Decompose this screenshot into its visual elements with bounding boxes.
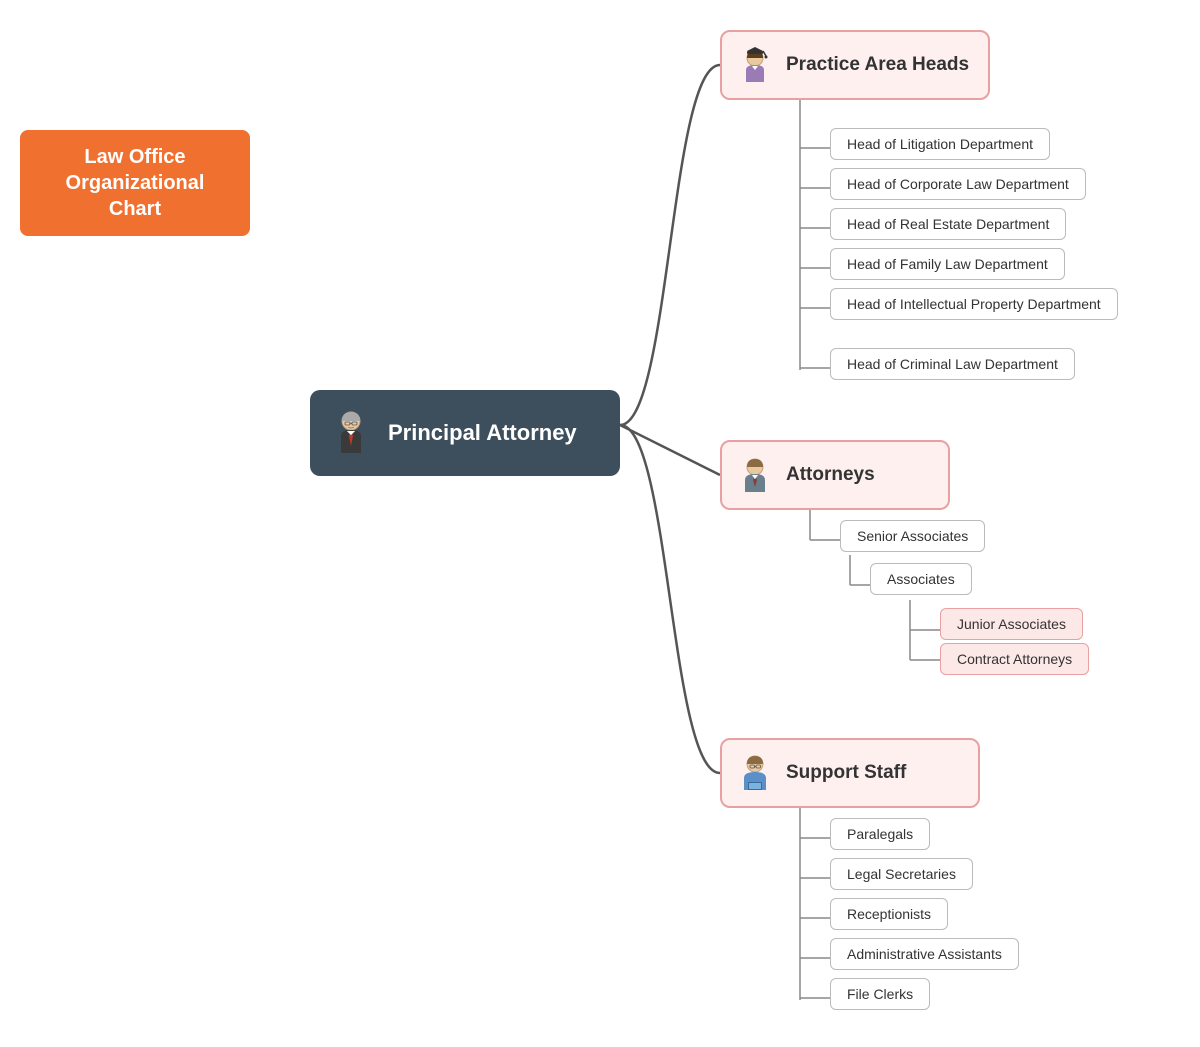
support-staff-label: Support Staff — [786, 762, 906, 784]
leaf-criminal: Head of Criminal Law Department — [830, 348, 1075, 380]
leaf-contract-attorneys: Contract Attorneys — [940, 643, 1089, 675]
leaf-receptionists: Receptionists — [830, 898, 948, 930]
leaf-senior-associates: Senior Associates — [840, 520, 985, 552]
leaf-familylaw: Head of Family Law Department — [830, 248, 1065, 280]
leaf-corporate: Head of Corporate Law Department — [830, 168, 1086, 200]
attorneys-icon — [734, 454, 776, 496]
leaf-associates: Associates — [870, 563, 972, 595]
principal-attorney-label: Principal Attorney — [388, 420, 577, 446]
principal-attorney-icon — [326, 408, 376, 458]
practice-area-heads-icon — [734, 44, 776, 86]
support-staff-icon — [734, 752, 776, 794]
leaf-paralegals: Paralegals — [830, 818, 930, 850]
practice-area-heads-node: Practice Area Heads — [720, 30, 990, 100]
attorneys-node: Attorneys — [720, 440, 950, 510]
support-staff-node: Support Staff — [720, 738, 980, 808]
leaf-legal-secretaries: Legal Secretaries — [830, 858, 973, 890]
leaf-ip: Head of Intellectual Property Department — [830, 288, 1118, 320]
leaf-realestate: Head of Real Estate Department — [830, 208, 1066, 240]
principal-attorney-node: Principal Attorney — [310, 390, 620, 476]
leaf-junior-associates: Junior Associates — [940, 608, 1083, 640]
leaf-litigation: Head of Litigation Department — [830, 128, 1050, 160]
leaf-admin-assistants: Administrative Assistants — [830, 938, 1019, 970]
chart-title: Law OfficeOrganizational Chart — [20, 130, 250, 236]
practice-area-heads-label: Practice Area Heads — [786, 54, 969, 76]
leaf-file-clerks: File Clerks — [830, 978, 930, 1010]
attorneys-label: Attorneys — [786, 464, 875, 486]
